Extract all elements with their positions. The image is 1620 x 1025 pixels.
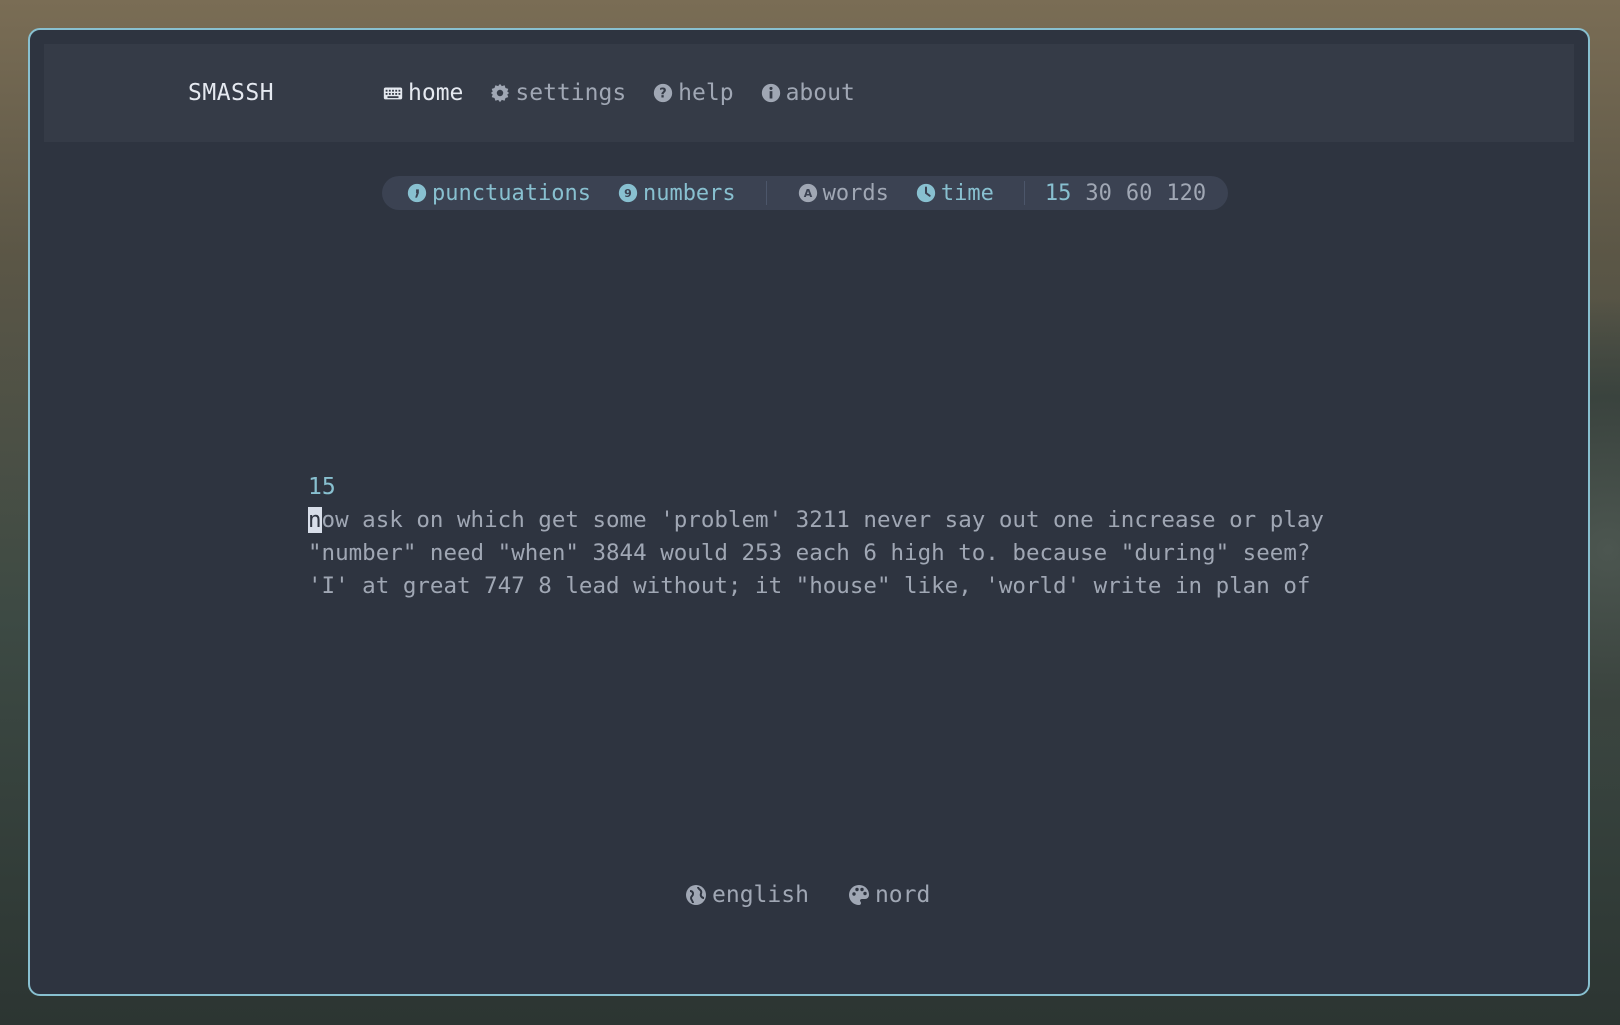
footer: english nord [684,882,930,908]
numbers-icon: 9 [618,183,638,203]
divider [1023,181,1025,205]
svg-text:9: 9 [624,187,632,200]
mode-words[interactable]: A words [797,181,889,206]
caret-char: n [308,507,322,533]
words-line-3: 'I' at great 747 8 lead without; it "hou… [308,573,1311,599]
nav-settings[interactable]: settings [489,80,626,106]
gear-icon [491,83,510,103]
app-logo[interactable]: SMASSH [188,80,274,106]
main-nav: home settings ? help about [382,80,855,106]
duration-15[interactable]: 15 [1045,181,1072,206]
nav-about[interactable]: about [760,80,855,106]
language-selector[interactable]: english [684,882,809,908]
words-line-1-rest: ow ask on which get some 'problem' 3211 … [321,507,1324,533]
theme-selector[interactable]: nord [847,882,930,908]
punctuations-label: punctuations [432,180,591,206]
language-label: english [712,882,809,908]
typing-area[interactable]: now ask on which get some 'problem' 3211… [308,504,1324,603]
nav-home[interactable]: home [382,80,463,106]
mode-bar: punctuations 9 numbers A words time 15 3… [382,176,1228,210]
app-window: SMASSH home settings ? help about punctu… [28,28,1590,996]
letter-a-icon: A [798,183,817,203]
time-counter: 15 [308,474,336,500]
theme-label: nord [874,882,931,908]
comma-icon [407,183,427,203]
question-icon: ? [654,83,673,103]
globe-icon [686,885,706,905]
nav-settings-label: settings [515,80,627,106]
info-icon [761,83,780,103]
time-label: time [940,180,994,206]
clock-icon [916,183,936,203]
duration-60[interactable]: 60 [1126,181,1153,206]
nav-help[interactable]: ? help [652,80,734,106]
duration-120[interactable]: 120 [1166,181,1206,206]
divider [765,181,767,205]
svg-text:?: ? [659,87,666,102]
nav-help-label: help [678,80,734,106]
words-label: words [822,180,889,206]
mode-time[interactable]: time [915,181,994,206]
duration-30[interactable]: 30 [1085,181,1112,206]
numbers-label: numbers [642,180,736,206]
app-content: SMASSH home settings ? help about punctu… [44,44,1574,966]
nav-about-label: about [785,80,855,106]
keyboard-icon [383,87,403,100]
svg-text:A: A [803,187,812,200]
palette-icon [848,885,869,905]
toggle-numbers[interactable]: 9 numbers [617,181,736,206]
nav-home-label: home [408,80,464,106]
top-navbar: SMASSH home settings ? help about [44,44,1574,142]
toggle-punctuations[interactable]: punctuations [406,181,591,206]
words-line-2: "number" need "when" 3844 would 253 each… [308,540,1311,566]
